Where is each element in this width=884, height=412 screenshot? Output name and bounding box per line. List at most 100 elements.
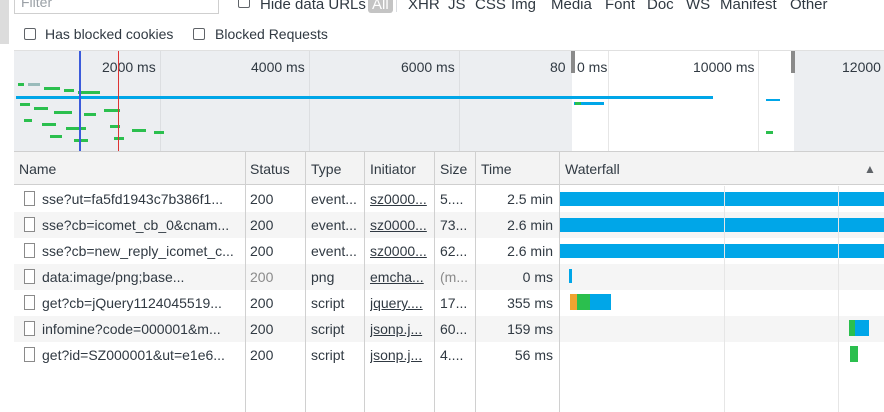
row-time: 56 ms — [514, 347, 553, 363]
sort-ascending-icon[interactable]: ▲ — [864, 162, 876, 176]
waterfall-grid-line — [724, 186, 725, 412]
type-filter-media[interactable]: Media — [551, 0, 592, 13]
type-filter-js[interactable]: JS — [448, 0, 466, 13]
column-header-initiator[interactable]: Initiator — [370, 161, 416, 177]
row-name: sse?cb=icomet_cb_0&cnam... — [42, 217, 230, 233]
row-time: 2.5 min — [507, 191, 553, 207]
row-type: script — [311, 295, 345, 311]
row-initiator[interactable]: jsonp.j... — [370, 321, 432, 337]
column-separator[interactable] — [305, 151, 306, 412]
waterfall-grid-line — [838, 186, 839, 412]
document-icon — [24, 191, 35, 206]
overview-request-bar — [16, 96, 713, 99]
timeline-overview[interactable]: 2000 ms 4000 ms 6000 ms 80 0 ms 10000 ms… — [14, 50, 884, 151]
row-type: png — [311, 269, 335, 285]
request-row[interactable]: sse?ut=fa5fd1943c7b386f1... 200 event... sz… — [14, 186, 884, 212]
type-filter-all[interactable]: All — [368, 0, 393, 13]
overview-tick-label: 80 — [550, 59, 566, 75]
row-status: 200 — [250, 295, 274, 311]
column-header-type[interactable]: Type — [311, 161, 341, 177]
row-type: script — [311, 347, 345, 363]
overview-grid-line — [758, 51, 759, 151]
type-filter-img[interactable]: Img — [511, 0, 536, 13]
row-initiator[interactable]: sz0000... — [370, 191, 432, 207]
overview-request-bar — [766, 131, 773, 134]
row-initiator[interactable]: sz0000... — [370, 243, 432, 259]
column-separator[interactable] — [475, 151, 476, 412]
type-filter-ws[interactable]: WS — [686, 0, 710, 13]
overview-grid-line — [608, 51, 609, 151]
column-separator[interactable] — [434, 151, 435, 412]
row-initiator[interactable]: jsonp.j... — [370, 347, 432, 363]
overview-tick-label: 4000 ms — [251, 59, 305, 75]
row-status: 200 — [250, 243, 274, 259]
type-filter-font[interactable]: Font — [605, 0, 635, 13]
has-blocked-cookies-checkbox[interactable] — [24, 28, 36, 40]
request-row[interactable]: sse?cb=new_reply_icomet_c... 200 event... s… — [14, 238, 884, 264]
overview-request-bar — [24, 119, 32, 122]
filter-input[interactable]: Filter — [14, 0, 219, 14]
column-header-size[interactable]: Size — [440, 161, 467, 177]
overview-request-bar — [64, 89, 74, 92]
type-filter-doc[interactable]: Doc — [647, 0, 674, 13]
left-panel-edge — [0, 0, 9, 44]
overview-request-bar — [575, 102, 581, 105]
overview-request-bar — [114, 137, 124, 140]
overview-request-bar — [44, 87, 60, 90]
row-status: 200 — [250, 321, 274, 337]
row-time: 0 ms — [522, 269, 553, 285]
overview-left-handle[interactable] — [571, 51, 575, 73]
row-type: script — [311, 321, 345, 337]
document-icon — [24, 347, 35, 362]
row-time: 159 ms — [507, 321, 553, 337]
waterfall-bar — [560, 192, 884, 206]
row-name: get?cb=jQuery1124045519... — [42, 295, 222, 311]
overview-request-bar — [54, 111, 72, 114]
row-initiator[interactable]: sz0000... — [370, 217, 432, 233]
request-row[interactable]: infomine?code=000001&m... 200 script jsonp.… — [14, 316, 884, 342]
column-separator[interactable] — [559, 151, 560, 412]
row-time: 2.6 min — [507, 217, 553, 233]
overview-right-handle[interactable] — [791, 51, 795, 73]
column-header-time[interactable]: Time — [481, 161, 512, 177]
type-filter-other[interactable]: Other — [790, 0, 828, 13]
row-status: 200 — [250, 191, 274, 207]
column-separator[interactable] — [364, 151, 365, 412]
request-row[interactable]: get?id=SZ000001&ut=e1e6... 200 script jsonp… — [14, 342, 884, 368]
row-status: 200 — [250, 347, 274, 363]
request-row[interactable]: sse?cb=icomet_cb_0&cnam... 200 event... sz0… — [14, 212, 884, 238]
waterfall-bar — [569, 269, 572, 283]
overview-request-bar — [66, 127, 86, 130]
overview-request-bar — [154, 131, 164, 134]
overview-tick-label: 0 ms — [577, 59, 608, 75]
row-name: infomine?code=000001&m... — [42, 321, 221, 337]
column-header-status[interactable]: Status — [250, 161, 290, 177]
row-status: 200 — [250, 269, 274, 285]
overview-request-bar — [18, 83, 24, 86]
row-size: 5.... — [440, 191, 464, 207]
request-row[interactable]: data:image/png;base... 200 png emcha... (m..… — [14, 264, 884, 290]
row-time: 355 ms — [507, 295, 553, 311]
row-status: 200 — [250, 217, 274, 233]
row-type: event... — [311, 191, 357, 207]
blocked-requests-checkbox[interactable] — [193, 28, 205, 40]
waterfall-bar — [590, 294, 611, 310]
load-marker — [118, 51, 119, 151]
hide-data-urls-checkbox[interactable] — [238, 0, 250, 8]
waterfall-bar — [560, 218, 884, 232]
waterfall-bar — [560, 244, 884, 258]
overview-request-bar — [34, 107, 48, 110]
type-filter-xhr[interactable]: XHR — [408, 0, 440, 13]
column-header-name[interactable]: Name — [19, 161, 56, 177]
overview-request-bar — [50, 135, 62, 138]
request-row[interactable]: get?cb=jQuery1124045519... 200 script jquer… — [14, 290, 884, 316]
row-initiator[interactable]: emcha... — [370, 269, 432, 285]
column-separator[interactable] — [245, 151, 246, 412]
waterfall-bar — [570, 294, 577, 310]
blocked-requests-label: Blocked Requests — [215, 26, 328, 42]
overview-request-bar — [42, 123, 56, 126]
type-filter-manifest[interactable]: Manifest — [720, 0, 777, 13]
row-initiator[interactable]: jquery.... — [370, 295, 432, 311]
type-filter-css[interactable]: CSS — [475, 0, 506, 13]
column-header-waterfall[interactable]: Waterfall — [565, 161, 620, 177]
